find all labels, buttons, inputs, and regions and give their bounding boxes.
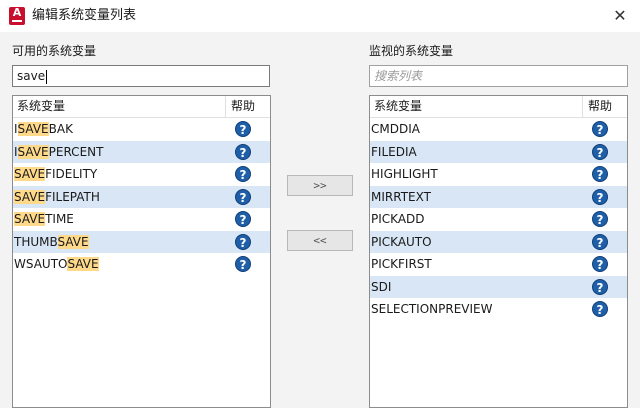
list-item[interactable]: PICKAUTO? bbox=[370, 230, 627, 253]
list-item[interactable]: SAVETIME? bbox=[13, 208, 270, 230]
variable-name: SDI bbox=[371, 279, 392, 294]
list-item[interactable]: ISAVEBAK? bbox=[13, 118, 270, 140]
help-icon[interactable]: ? bbox=[592, 166, 608, 182]
variable-name: THUMBSAVE bbox=[14, 234, 89, 249]
list-item[interactable]: SAVEFILEPATH? bbox=[13, 185, 270, 208]
close-icon[interactable]: ✕ bbox=[610, 6, 630, 26]
column-header-variable[interactable]: 系统变量 bbox=[17, 98, 65, 114]
list-item[interactable]: THUMBSAVE? bbox=[13, 230, 270, 253]
monitored-search-input[interactable]: 搜索列表 bbox=[369, 65, 628, 87]
help-icon[interactable]: ? bbox=[235, 121, 251, 137]
variable-name: PICKFIRST bbox=[371, 257, 432, 271]
available-label: 可用的系统变量 bbox=[12, 44, 97, 58]
column-header-help[interactable]: 帮助 bbox=[588, 98, 612, 114]
available-list-header: 系统变量 帮助 bbox=[13, 96, 270, 118]
dialog-title: 编辑系统变量列表 bbox=[32, 8, 137, 23]
list-item[interactable]: FILEDIA? bbox=[370, 140, 627, 163]
help-icon[interactable]: ? bbox=[592, 188, 608, 205]
list-item[interactable]: SDI? bbox=[370, 275, 627, 298]
variable-name: ISAVEPERCENT bbox=[14, 144, 104, 159]
available-variables-list[interactable]: 系统变量 帮助 ISAVEBAK? ISAVEPERCENT? SAVEFIDELI… bbox=[12, 95, 271, 408]
help-icon[interactable]: ? bbox=[235, 166, 251, 182]
add-to-monitored-button[interactable]: >> bbox=[287, 175, 353, 196]
variable-name: PICKADD bbox=[371, 212, 425, 226]
help-icon[interactable]: ? bbox=[235, 188, 251, 205]
list-item[interactable]: MIRRTEXT? bbox=[370, 185, 627, 208]
variable-name: CMDDIA bbox=[371, 122, 420, 136]
help-icon[interactable]: ? bbox=[592, 211, 608, 227]
variable-name: FILEDIA bbox=[371, 144, 417, 159]
help-icon[interactable]: ? bbox=[592, 233, 608, 250]
help-icon[interactable]: ? bbox=[592, 278, 608, 295]
help-icon[interactable]: ? bbox=[235, 233, 251, 250]
available-search-input[interactable]: save bbox=[12, 65, 270, 87]
help-icon[interactable]: ? bbox=[592, 121, 608, 137]
list-item[interactable]: CMDDIA? bbox=[370, 118, 627, 140]
variable-name: SAVEFILEPATH bbox=[14, 189, 100, 204]
variable-name: WSAUTOSAVE bbox=[14, 257, 99, 271]
help-icon[interactable]: ? bbox=[592, 143, 608, 160]
list-item[interactable]: HIGHLIGHT? bbox=[370, 163, 627, 185]
column-header-variable[interactable]: 系统变量 bbox=[374, 98, 422, 114]
monitored-list-header: 系统变量 帮助 bbox=[370, 96, 627, 118]
list-item[interactable]: PICKFIRST? bbox=[370, 253, 627, 275]
remove-from-monitored-button[interactable]: << bbox=[287, 230, 353, 251]
variable-name: ISAVEBAK bbox=[14, 122, 73, 136]
help-icon[interactable]: ? bbox=[235, 211, 251, 227]
variable-name: PICKAUTO bbox=[371, 234, 432, 249]
title-bar: A 编辑系统变量列表 ✕ bbox=[0, 0, 640, 32]
variable-name: SAVEFIDELITY bbox=[14, 167, 98, 181]
column-header-help[interactable]: 帮助 bbox=[231, 98, 255, 114]
variable-name: SAVETIME bbox=[14, 212, 74, 226]
list-item[interactable]: SELECTIONPREVIEW? bbox=[370, 298, 627, 320]
help-icon[interactable]: ? bbox=[592, 301, 608, 317]
autocad-app-icon: A bbox=[9, 7, 25, 25]
list-item[interactable]: PICKADD? bbox=[370, 208, 627, 230]
list-item[interactable]: SAVEFIDELITY? bbox=[13, 163, 270, 185]
variable-name: MIRRTEXT bbox=[371, 189, 431, 204]
list-item[interactable]: WSAUTOSAVE? bbox=[13, 253, 270, 275]
help-icon[interactable]: ? bbox=[592, 256, 608, 272]
help-icon[interactable]: ? bbox=[235, 256, 251, 272]
variable-name: HIGHLIGHT bbox=[371, 167, 438, 181]
monitored-label: 监视的系统变量 bbox=[369, 44, 454, 58]
monitored-variables-list[interactable]: 系统变量 帮助 CMDDIA? FILEDIA? HIGHLIGHT? MIRRTEX… bbox=[369, 95, 628, 408]
list-item[interactable]: ISAVEPERCENT? bbox=[13, 140, 270, 163]
variable-name: SELECTIONPREVIEW bbox=[371, 302, 493, 316]
help-icon[interactable]: ? bbox=[235, 143, 251, 160]
